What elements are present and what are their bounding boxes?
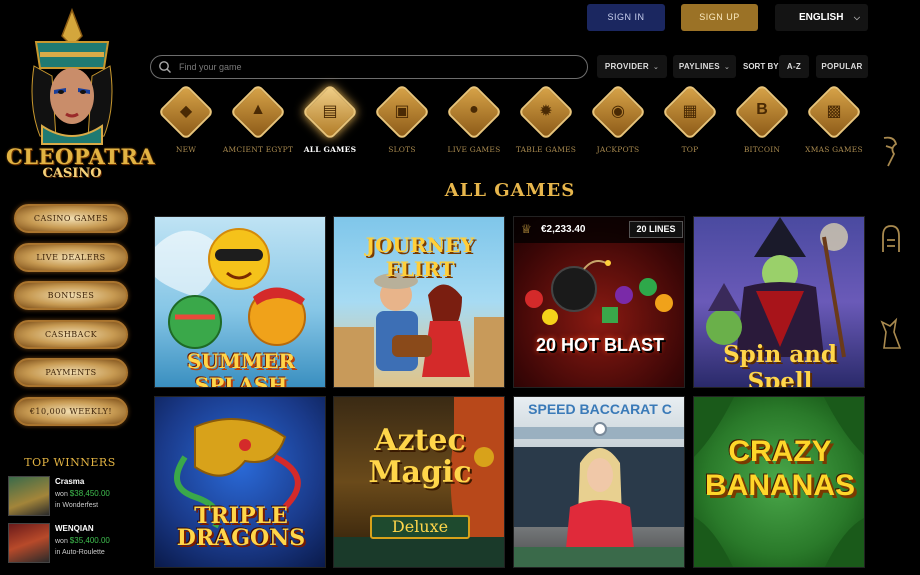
search-input[interactable] — [179, 59, 579, 75]
jackpot-amount: €2,233.40 — [541, 224, 586, 235]
category-jackpots[interactable]: ◉ JACKPOTS — [582, 83, 654, 163]
winner-name: WENQIAN — [55, 524, 94, 533]
side-menu: CASINO GAMES LIVE DEALERS BONUSES CASHBA… — [14, 204, 128, 435]
roulette-icon: ✹ — [539, 103, 553, 120]
side-menu-cashback[interactable]: CASHBACK — [14, 319, 128, 349]
category-bitcoin[interactable]: B BITCOIN — [726, 83, 798, 163]
sign-in-button[interactable]: SIGN IN — [587, 4, 665, 31]
category-label: SLOTS — [388, 145, 416, 154]
category-live-games[interactable]: ● LIVE GAMES — [438, 83, 510, 163]
side-menu-casino-games[interactable]: CASINO GAMES — [14, 204, 128, 233]
category-label: AMCIENT EGYPT — [222, 145, 294, 154]
language-select[interactable]: ENGLISH ⌵ — [775, 4, 868, 31]
pyramid-icon: ▲ — [250, 101, 266, 118]
game-tile-20-hot-blast[interactable]: ♕ €2,233.40 20 LINES 20 HOT BLAST — [513, 216, 685, 388]
game-title: 20 HOT BLAST — [535, 335, 664, 355]
category-label: JACKPOTS — [596, 145, 640, 154]
category-all-games[interactable]: ▤ ALL GAMES — [294, 83, 366, 163]
gem-icon: ◆ — [179, 103, 193, 120]
egyptian-glyph-icon — [880, 317, 902, 349]
trophy-icon: ♕ — [521, 222, 532, 236]
search-icon — [159, 61, 171, 73]
chevron-down-icon: ⌄ — [653, 64, 660, 71]
slot-machine-icon: ▣ — [394, 103, 410, 120]
sort-popular-button[interactable]: POPULAR — [816, 55, 868, 78]
trophy-icon: ◉ — [611, 103, 625, 120]
winner-amount: $35,400.00 — [69, 536, 110, 545]
winner-item[interactable]: WENQIAN won $35,400.00 in Auto-Roulette — [8, 523, 140, 563]
temple-icon: ▦ — [682, 103, 698, 120]
side-menu-bonuses[interactable]: BONUSES — [14, 281, 128, 310]
paylines-dropdown[interactable]: PAYLINES ⌄ — [673, 55, 736, 78]
game-title: Aztec Magic — [368, 423, 472, 490]
winner-name: Crasma — [55, 477, 85, 486]
cleopatra-portrait-icon — [31, 7, 113, 145]
game-tile-spin-and-spell[interactable]: Spin and Spell — [693, 216, 865, 388]
category-top[interactable]: ▦ TOP — [654, 83, 726, 163]
category-label: ALL GAMES — [303, 145, 357, 154]
category-label: XMAS GAMES — [805, 145, 863, 154]
section-title: ALL GAMES — [444, 180, 576, 201]
paylines-label: PAYLINES — [678, 62, 720, 71]
category-xmas-games[interactable]: ▩ XMAS GAMES — [798, 83, 870, 163]
sort-by-label: SORT BY — [743, 62, 779, 71]
language-label: ENGLISH — [799, 12, 844, 23]
winner-item[interactable]: Crasma won $38,450.00 in Wonderfest — [8, 476, 140, 516]
category-label: BITCOIN — [743, 145, 781, 154]
game-tile-triple-dragons[interactable]: TRIPLE DRAGONS — [154, 396, 326, 568]
category-label: TABLE GAMES — [515, 145, 577, 154]
casino-logo[interactable]: CLEOPATRA CASINO — [6, 6, 155, 186]
category-slots[interactable]: ▣ SLOTS — [366, 83, 438, 163]
category-nav: ◆ NEW ▲ AMCIENT EGYPT ▤ ALL GAMES ▣ SLOT… — [150, 83, 870, 163]
winner-amount-line: won $35,400.00 — [55, 536, 110, 545]
category-label: LIVE GAMES — [447, 145, 501, 154]
game-title: Spin and Spell — [723, 341, 837, 388]
lines-badge: 20 LINES — [629, 221, 683, 238]
speed-baccarat-art — [514, 422, 684, 567]
provider-label: PROVIDER — [604, 62, 649, 71]
gift-icon: ▩ — [826, 103, 842, 120]
winner-game: in Wonderfest — [55, 502, 99, 509]
provider-dropdown[interactable]: PROVIDER ⌄ — [597, 55, 667, 78]
game-tile-crazy-bananas[interactable]: CRAZY BANANAS — [693, 396, 865, 568]
egyptian-glyph-icon — [883, 136, 898, 167]
game-subtitle: Deluxe — [370, 515, 470, 539]
sign-up-button[interactable]: SIGN UP — [681, 4, 758, 31]
logo-subtitle: CASINO — [42, 166, 102, 181]
game-tile-summer-splash[interactable]: SUMMER SPLASH — [154, 216, 326, 388]
category-label: NEW — [175, 145, 197, 154]
game-tile-speed-baccarat[interactable]: SPEED BACCARAT C — [513, 396, 685, 568]
game-title: SUMMER SPLASH — [186, 349, 296, 388]
column-icon: ▤ — [322, 103, 338, 120]
winner-amount-line: won $38,450.00 — [55, 489, 110, 498]
bitcoin-icon: B — [756, 101, 768, 118]
category-new[interactable]: ◆ NEW — [150, 83, 222, 163]
winner-amount: $38,450.00 — [69, 489, 110, 498]
game-tile-journey-flirt[interactable]: JOURNEY FLIRT — [333, 216, 505, 388]
dealer-icon: ● — [469, 101, 479, 118]
category-table-games[interactable]: ✹ TABLE GAMES — [510, 83, 582, 163]
game-tile-aztec-magic[interactable]: Aztec Magic Deluxe — [333, 396, 505, 568]
egyptian-glyph-icon — [882, 225, 900, 252]
sort-a-z-button[interactable]: A-Z — [779, 55, 809, 78]
side-menu-live-dealers[interactable]: LIVE DEALERS — [14, 242, 128, 272]
side-menu-weekly-promo[interactable]: €10,000 WEEKLY! — [14, 396, 128, 426]
winner-game: in Auto-Roulette — [55, 549, 105, 556]
side-menu-payments[interactable]: PAYMENTS — [14, 358, 128, 387]
game-title: CRAZY BANANAS — [705, 435, 855, 502]
top-winners-title: TOP WINNERS — [24, 456, 116, 469]
winner-game-thumbnail — [8, 523, 50, 563]
game-title: SPEED BACCARAT C — [528, 401, 672, 417]
category-label: TOP — [681, 145, 699, 154]
category-ancient-egypt[interactable]: ▲ AMCIENT EGYPT — [222, 83, 294, 163]
game-title: TRIPLE DRAGONS — [176, 503, 306, 551]
chevron-down-icon: ⌵ — [853, 13, 860, 22]
winner-game-thumbnail — [8, 476, 50, 516]
search-bar — [150, 55, 588, 79]
game-title: JOURNEY FLIRT — [365, 233, 475, 281]
chevron-down-icon: ⌄ — [723, 64, 731, 71]
